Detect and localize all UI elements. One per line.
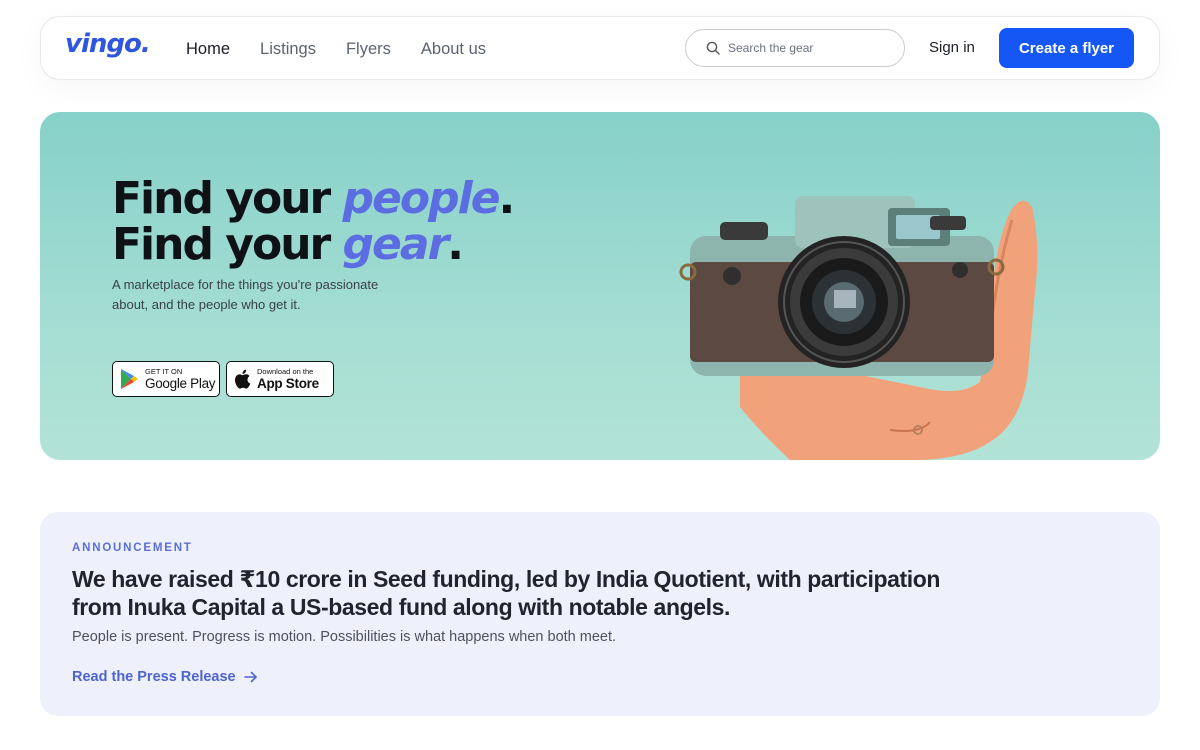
hand-holding-camera-image	[679, 196, 1038, 460]
nav-listings[interactable]: Listings	[260, 40, 316, 59]
nav-about-us[interactable]: About us	[421, 40, 486, 59]
sign-in-link[interactable]: Sign in	[929, 39, 975, 56]
vingo-logo[interactable]: vingo.	[65, 29, 151, 59]
read-press-release-link[interactable]: Read the Press Release	[72, 669, 258, 685]
google-play-text: GET IT ON Google Play	[145, 367, 216, 391]
google-play-big: Google Play	[145, 376, 216, 391]
hero-accent-gear: gear	[342, 219, 450, 270]
apple-icon	[235, 369, 251, 389]
app-store-text: Download on the App Store	[257, 367, 319, 391]
app-store-button[interactable]: Download on the App Store	[226, 361, 334, 397]
hero-accent-people: people	[342, 173, 501, 224]
read-press-release-label: Read the Press Release	[72, 669, 236, 685]
nav-flyers[interactable]: Flyers	[346, 40, 391, 59]
hero-subtitle: A marketplace for the things you're pass…	[112, 277, 379, 312]
app-store-small: Download on the	[257, 367, 314, 376]
hero-line1-prefix: Find your	[112, 173, 331, 224]
search-icon	[706, 41, 720, 55]
announcement-body: People is present. Progress is motion. P…	[72, 629, 617, 645]
search-box[interactable]	[685, 29, 905, 67]
app-store-big: App Store	[257, 376, 319, 391]
arrow-right-icon	[243, 671, 257, 683]
announcement-headline: We have raised ₹10 crore in Seed funding…	[72, 566, 941, 620]
google-play-button[interactable]: GET IT ON Google Play	[112, 361, 220, 397]
hero-banner: Find your people. Find your gear. A mark…	[40, 112, 1160, 460]
nav-links: Home Listings Flyers About us	[186, 17, 486, 81]
search-input[interactable]	[728, 41, 888, 55]
google-play-small: GET IT ON	[145, 367, 183, 376]
nav-home[interactable]: Home	[186, 40, 230, 59]
google-play-icon	[121, 369, 138, 389]
hero-line-people: Find your people.	[112, 173, 516, 224]
hero-line1-dot: .	[498, 173, 516, 224]
hero-line2-dot: .	[447, 219, 464, 270]
hero-line-gear: Find your gear.	[112, 222, 513, 268]
announcement-label: ANNOUNCEMENT	[72, 542, 193, 554]
create-flyer-button[interactable]: Create a flyer	[999, 28, 1134, 68]
hero-title: Find your people. Find your gear.	[112, 173, 516, 268]
navbar: vingo. Home Listings Flyers About us Sig…	[40, 16, 1160, 80]
hero-line2-prefix: Find your	[112, 219, 331, 270]
announcement-card: ANNOUNCEMENT We have raised ₹10 crore in…	[40, 512, 1160, 716]
